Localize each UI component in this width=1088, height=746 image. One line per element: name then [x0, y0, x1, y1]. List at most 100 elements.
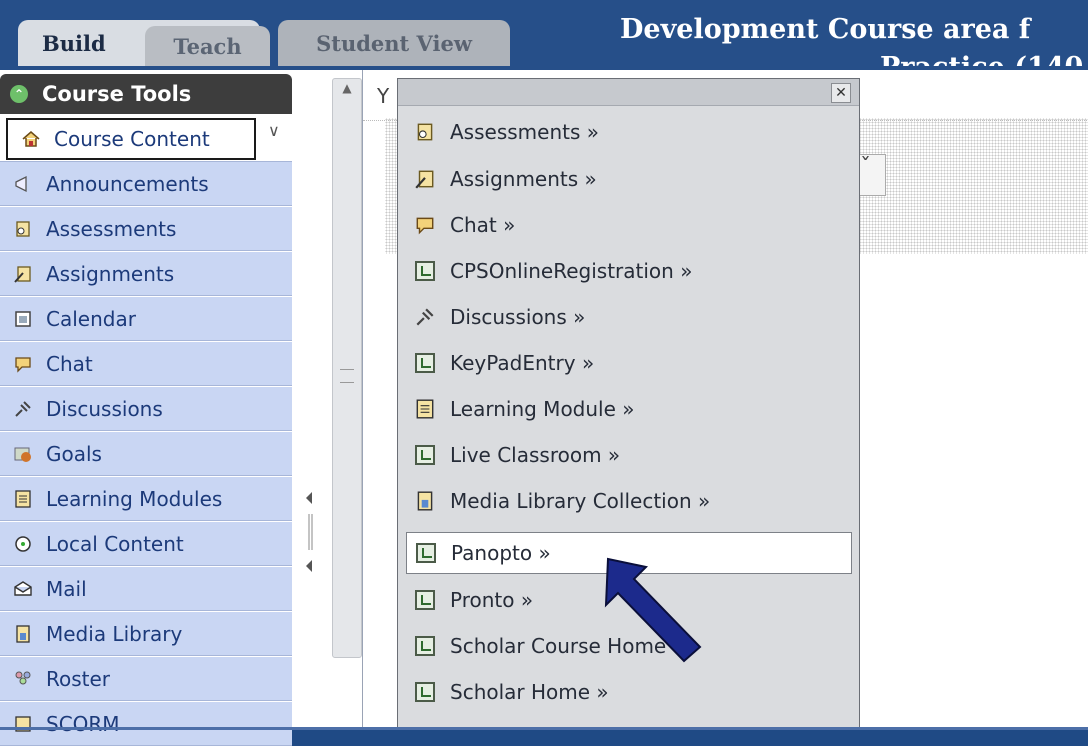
megaphone-icon: [12, 173, 34, 195]
chevron-down-icon[interactable]: ∨: [268, 121, 280, 140]
learning-module-icon: [412, 396, 438, 422]
pointer-arrow-icon: [604, 557, 702, 663]
sidebar-item-discussions[interactable]: Discussions: [0, 387, 292, 431]
sidebar-item-course-content[interactable]: Course Content ∨: [0, 118, 292, 162]
page-title-line2: Practice (140: [880, 52, 1083, 66]
sidebar-item-mail[interactable]: Mail: [0, 567, 292, 611]
chevron-down-icon: ˇ: [860, 155, 871, 180]
assignment-icon: [12, 263, 34, 285]
sidebar-item-learning-modules[interactable]: Learning Modules: [0, 477, 292, 521]
tool-icon: [412, 442, 438, 468]
scroll-up-icon[interactable]: ▲: [333, 81, 361, 101]
menu-item-label: Pronto »: [450, 588, 534, 612]
menu-item-label: Chat »: [450, 213, 516, 237]
sidebar-item-announcements[interactable]: Announcements: [0, 162, 292, 206]
menu-item-discussions[interactable]: Discussions »: [406, 296, 852, 338]
roster-icon: [12, 668, 34, 690]
tab-student-view[interactable]: Student View: [278, 20, 510, 66]
sidebar-item-scorm[interactable]: SCORM: [0, 702, 292, 746]
vertical-scrollbar[interactable]: ▲: [332, 78, 362, 658]
calendar-icon: [12, 308, 34, 330]
menu-item-label: Discussions »: [450, 305, 586, 329]
sidebar-item-label: Goals: [46, 441, 102, 466]
tool-icon: [413, 540, 439, 566]
pushpin-icon: [412, 304, 438, 330]
collapse-sidebar-icon[interactable]: [302, 490, 320, 580]
sidebar-item-media-library[interactable]: Media Library: [0, 612, 292, 656]
sidebar-item-label: Discussions: [46, 396, 163, 421]
sidebar-item-label: Local Content: [46, 531, 184, 556]
chat-icon: [12, 353, 34, 375]
close-icon[interactable]: ✕: [831, 83, 851, 103]
learning-module-icon: [12, 488, 34, 510]
assessment-icon: [12, 218, 34, 240]
tab-teach[interactable]: Teach: [145, 26, 270, 66]
tab-teach-label: Teach: [173, 33, 242, 59]
media-library-icon: [12, 623, 34, 645]
sidebar-item-assessments[interactable]: Assessments: [0, 207, 292, 251]
assessment-icon: [412, 119, 438, 145]
sidebar-item-label: Calendar: [46, 306, 136, 331]
sidebar-item-roster[interactable]: Roster: [0, 657, 292, 701]
page-title: Development Course area f: [620, 14, 1031, 45]
action-button-edge[interactable]: ˇ: [860, 154, 886, 196]
home-icon: [20, 128, 42, 150]
media-library-icon: [412, 488, 438, 514]
sidebar-item-label: SCORM: [46, 711, 120, 736]
menu-item-label: KeyPadEntry »: [450, 351, 595, 375]
assignment-icon: [412, 166, 438, 192]
menu-item-label: Live Classroom »: [450, 443, 621, 467]
sidebar-item-label: Learning Modules: [46, 486, 223, 511]
menu-item-chat[interactable]: Chat »: [406, 204, 852, 246]
menu-item-label: Assessments »: [450, 120, 599, 144]
menu-item-scholar-home[interactable]: Scholar Home »: [406, 671, 852, 713]
menu-item-label: Panopto »: [451, 541, 551, 565]
menu-item-assessments[interactable]: Assessments »: [406, 111, 852, 153]
sidebar-item-label: Course Content: [54, 127, 210, 151]
sidebar-item-label: Announcements: [46, 171, 209, 196]
menu-item-label: CPSOnlineRegistration »: [450, 259, 693, 283]
sidebar-item-chat[interactable]: Chat: [0, 342, 292, 386]
menu-item-label: Learning Module »: [450, 397, 635, 421]
scroll-grip[interactable]: [340, 369, 354, 383]
sidebar-item-label: Assessments: [46, 216, 177, 241]
menu-item-assignments[interactable]: Assignments »: [406, 158, 852, 200]
chat-icon: [412, 212, 438, 238]
tool-icon: [412, 679, 438, 705]
course-tools-sidebar: ⌃ Course Tools Course Content ∨ Announce…: [0, 70, 292, 746]
top-bar: Build Teach Student View Development Cou…: [0, 0, 1088, 70]
local-content-icon: [12, 533, 34, 555]
sidebar-item-label: Media Library: [46, 621, 183, 646]
tab-build-label: Build: [42, 30, 106, 56]
course-tools-header[interactable]: ⌃ Course Tools: [0, 74, 292, 114]
course-tools-title: Course Tools: [42, 82, 192, 106]
pushpin-icon: [12, 398, 34, 420]
tab-student-view-label: Student View: [316, 30, 472, 56]
menu-title-bar: ✕: [398, 79, 859, 106]
menu-item-label: Assignments »: [450, 167, 597, 191]
tool-icon: [412, 350, 438, 376]
collapse-up-icon[interactable]: ⌃: [10, 85, 28, 103]
sidebar-item-label: Mail: [46, 576, 87, 601]
menu-item-live-classroom[interactable]: Live Classroom »: [406, 434, 852, 476]
sidebar-item-assignments[interactable]: Assignments: [0, 252, 292, 296]
tool-icon: [412, 587, 438, 613]
sidebar-item-calendar[interactable]: Calendar: [0, 297, 292, 341]
menu-item-label: Scholar Home »: [450, 680, 609, 704]
menu-item-learning-module[interactable]: Learning Module »: [406, 388, 852, 430]
mail-icon: [12, 578, 34, 600]
tool-icon: [412, 633, 438, 659]
sidebar-item-label: Assignments: [46, 261, 175, 286]
tool-icon: [412, 258, 438, 284]
scorm-icon: [12, 713, 34, 735]
main-heading-fragment: Y: [377, 84, 390, 108]
goals-icon: [12, 443, 34, 465]
menu-item-label: Media Library Collection »: [450, 489, 711, 513]
sidebar-item-label: Roster: [46, 666, 111, 691]
menu-item-cpsonlineregistration[interactable]: CPSOnlineRegistration »: [406, 250, 852, 292]
menu-item-media-library-collection[interactable]: Media Library Collection »: [406, 480, 852, 522]
sidebar-item-label: Chat: [46, 351, 93, 376]
menu-item-keypadentry[interactable]: KeyPadEntry »: [406, 342, 852, 384]
sidebar-item-local-content[interactable]: Local Content: [0, 522, 292, 566]
sidebar-item-goals[interactable]: Goals: [0, 432, 292, 476]
